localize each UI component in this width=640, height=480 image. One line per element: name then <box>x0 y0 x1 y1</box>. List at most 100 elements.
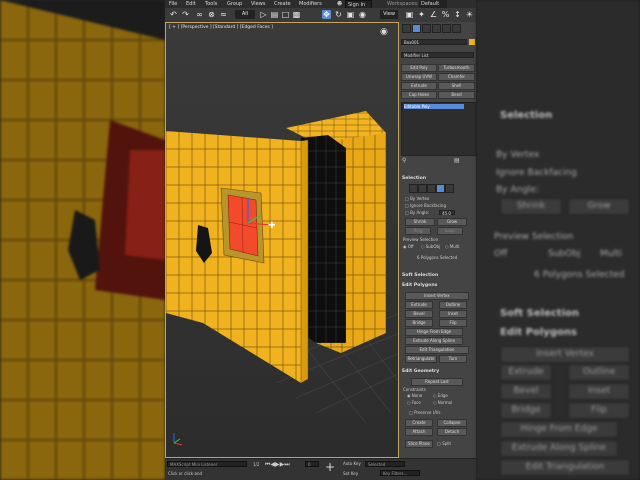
key-filters-button[interactable]: Key Filters... <box>380 470 420 476</box>
ring-button[interactable]: Ring <box>405 227 431 235</box>
add-time-tag-icon[interactable]: + <box>325 460 335 474</box>
auto-key-button[interactable]: Auto Key <box>343 461 361 466</box>
select-object-icon[interactable]: ▷ <box>259 10 268 19</box>
menu-edit[interactable]: Edit <box>186 0 196 8</box>
display-tab-icon[interactable] <box>442 24 451 33</box>
detach-button[interactable]: Detach <box>437 428 467 436</box>
window-crossing-icon[interactable]: ▩ <box>292 10 301 19</box>
bevel-button[interactable]: Bevel <box>405 310 433 318</box>
constraint-face-radio[interactable]: ○ Face <box>407 400 421 405</box>
user-icon[interactable]: ☻ <box>337 0 342 8</box>
render-icon[interactable]: ☀ <box>465 10 474 19</box>
rotate-icon[interactable]: ↻ <box>334 10 343 19</box>
hierarchy-tab-icon[interactable] <box>422 24 431 33</box>
preview-off-radio[interactable]: ◉ Off <box>403 244 414 249</box>
motion-tab-icon[interactable] <box>432 24 441 33</box>
ignore-backfacing-checkbox[interactable]: □ Ignore Backfacing <box>405 203 446 208</box>
by-angle-spinner[interactable]: 45.0 <box>439 210 455 216</box>
inset-button[interactable]: Inset <box>439 310 467 318</box>
extrude-mod-button[interactable]: Extrude <box>401 82 437 90</box>
chamfer-button[interactable]: Chamfer <box>438 73 475 81</box>
configure-sets-icon[interactable]: ▤ <box>454 157 460 164</box>
element-mode-icon[interactable] <box>445 184 454 193</box>
spinner-snap-icon[interactable]: ↕ <box>453 10 462 19</box>
redo-icon[interactable]: ↷ <box>181 10 190 19</box>
move-icon[interactable]: ✥ <box>322 10 331 19</box>
reference-coord-dropdown[interactable]: View <box>380 10 398 19</box>
edit-geometry-rollout-title[interactable]: Edit Geometry <box>402 369 439 374</box>
set-key-button[interactable]: Set Key <box>343 471 358 476</box>
modifier-stack[interactable]: Editable Poly <box>401 102 476 156</box>
slice-plane-button[interactable]: Slice Plane <box>405 440 433 448</box>
link-icon[interactable]: ∞ <box>195 10 204 19</box>
soft-selection-rollout-title[interactable]: Soft Selection <box>402 273 438 278</box>
unwrap-uvw-button[interactable]: Unwrap UVW <box>401 73 437 81</box>
scale-icon[interactable]: ▣ <box>346 10 355 19</box>
by-vertex-checkbox[interactable]: □ By Vertex <box>405 196 429 201</box>
workspace-dropdown[interactable]: Default <box>419 0 448 8</box>
edit-poly-button[interactable]: Edit Poly <box>401 64 437 72</box>
grow-button[interactable]: Grow <box>437 218 467 226</box>
preserve-uvs-checkbox[interactable]: □ Preserve UVs <box>409 410 440 415</box>
snap-toggle-icon[interactable]: ✦ <box>417 10 426 19</box>
split-checkbox[interactable]: □ Split <box>437 441 451 446</box>
menu-modifiers[interactable]: Modifiers <box>299 0 322 8</box>
cap-holes-button[interactable]: Cap Holes <box>401 91 437 99</box>
placement-icon[interactable]: ◉ <box>358 10 367 19</box>
flip-button[interactable]: Flip <box>439 319 467 327</box>
bridge-button[interactable]: Bridge <box>405 319 433 327</box>
by-angle-checkbox[interactable]: □ By Angle: <box>405 210 429 215</box>
select-by-name-icon[interactable]: ▤ <box>270 10 279 19</box>
edit-polygons-rollout-title[interactable]: Edit Polygons <box>402 283 437 288</box>
playback-controls[interactable]: ⏮◀▶▶⏭ <box>265 461 290 469</box>
turn-button[interactable]: Turn <box>439 355 467 363</box>
shell-button[interactable]: Shell <box>438 82 475 90</box>
create-tab-icon[interactable] <box>402 24 411 33</box>
constraint-none-radio[interactable]: ◉ None <box>407 393 422 398</box>
unlink-icon[interactable]: ⊗ <box>207 10 216 19</box>
menu-create[interactable]: Create <box>274 0 291 8</box>
current-frame-field[interactable]: 0 <box>305 461 319 467</box>
object-name-field[interactable]: Box001 <box>401 39 467 45</box>
extrude-along-spline-button[interactable]: Extrude Along Spline <box>405 337 463 345</box>
turbosmooth-button[interactable]: Turbosmooth <box>438 64 475 72</box>
repeat-last-button[interactable]: Repeat Last <box>411 378 463 386</box>
shrink-button[interactable]: Shrink <box>405 218 435 226</box>
pin-stack-icon[interactable]: ⚲ <box>402 157 406 164</box>
menu-tools[interactable]: Tools <box>205 0 217 8</box>
polygon-mode-icon[interactable] <box>436 184 445 193</box>
extrude-button[interactable]: Extrude <box>405 301 433 309</box>
perspective-viewport[interactable]: [ + ] [Perspective ] [Standard ] [Edged … <box>165 22 399 458</box>
object-color-swatch[interactable] <box>469 39 475 45</box>
undo-icon[interactable]: ↶ <box>169 10 178 19</box>
stack-item-editable-poly[interactable]: Editable Poly <box>404 104 464 109</box>
menu-views[interactable]: Views <box>251 0 265 8</box>
menu-group[interactable]: Group <box>227 0 242 8</box>
bend-button[interactable]: Bend <box>438 91 475 99</box>
maxscript-listener[interactable]: MAXScript Mini Listener <box>167 461 247 467</box>
insert-vertex-button[interactable]: Insert Vertex <box>405 292 469 300</box>
selection-rollout-title[interactable]: Selection <box>402 176 426 181</box>
constraint-normal-radio[interactable]: ○ Normal <box>433 400 452 405</box>
preview-multi-radio[interactable]: ○ Multi <box>445 244 460 249</box>
create-button[interactable]: Create <box>405 419 433 427</box>
constraint-edge-radio[interactable]: ○ Edge <box>433 393 448 398</box>
outline-button[interactable]: Outline <box>439 301 467 309</box>
percent-snap-icon[interactable]: % <box>441 10 450 19</box>
hinge-from-edge-button[interactable]: Hinge From Edge <box>405 328 463 336</box>
modify-tab-icon[interactable] <box>412 24 421 33</box>
bind-spacewarp-icon[interactable]: ≈ <box>219 10 228 19</box>
retriangulate-button[interactable]: Retriangulate <box>405 355 437 363</box>
preview-subobj-radio[interactable]: ○ SubObj <box>421 244 440 249</box>
loop-button[interactable]: Loop <box>437 227 463 235</box>
collapse-button[interactable]: Collapse <box>437 419 467 427</box>
modifier-list-dropdown[interactable]: Modifier List <box>401 52 474 58</box>
pivot-center-icon[interactable]: ▣ <box>405 10 414 19</box>
menu-file[interactable]: File <box>169 0 177 8</box>
selected-dropdown[interactable]: Selected <box>365 461 405 467</box>
edge-mode-icon[interactable] <box>418 184 427 193</box>
vertex-mode-icon[interactable] <box>409 184 418 193</box>
selection-filter-dropdown[interactable]: All <box>235 10 255 19</box>
rectangular-selection-icon[interactable]: □ <box>281 10 290 19</box>
utilities-tab-icon[interactable] <box>452 24 461 33</box>
